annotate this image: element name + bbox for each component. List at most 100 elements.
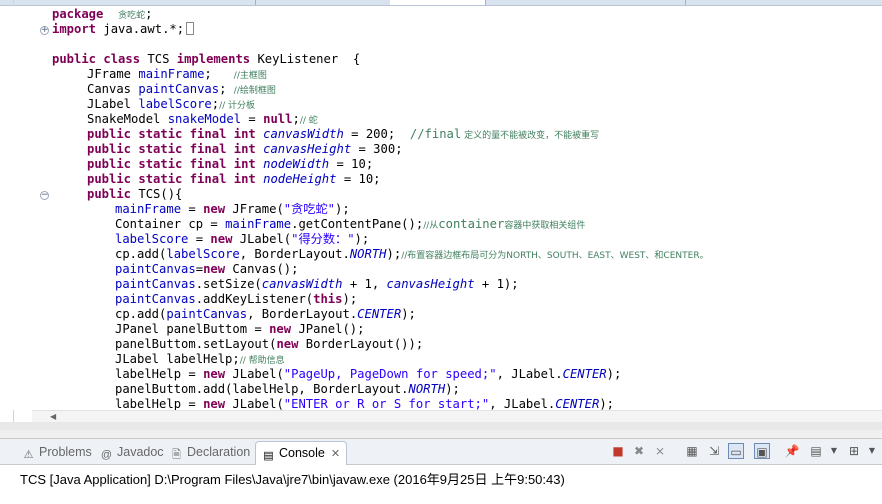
- pin-console-icon[interactable]: 📌: [784, 443, 800, 459]
- code-token: , JLabel.: [496, 367, 563, 381]
- code-line[interactable]: SnakeModel snakeModel = null;// 蛇: [87, 112, 318, 127]
- tab-declaration[interactable]: 🗎 Declaration: [170, 442, 250, 463]
- code-line[interactable]: paintCanvas.setSize(canvasWidth + 1, can…: [115, 277, 519, 292]
- clear-console-icon[interactable]: ▦: [684, 443, 700, 459]
- code-line[interactable]: JLabel labelHelp;// 帮助信息: [115, 352, 285, 367]
- code-line[interactable]: Container cp = mainFrame.getContentPane(…: [115, 217, 585, 232]
- code-line[interactable]: public TCS(){: [87, 187, 182, 202]
- code-token: =: [195, 262, 204, 276]
- code-token: );: [445, 382, 460, 396]
- code-token: .getContentPane();: [291, 217, 424, 231]
- editor-tab[interactable]: [485, 0, 686, 5]
- code-token: new: [210, 232, 233, 246]
- code-line[interactable]: mainFrame = new JFrame("贪吃蛇");: [115, 202, 350, 217]
- code-token: CENTER: [562, 367, 607, 381]
- terminate-icon[interactable]: ■: [610, 443, 626, 459]
- code-editor[interactable]: + − package 贪吃蛇; import java.awt.*; public…: [0, 0, 882, 430]
- code-token: JLabel: [87, 97, 139, 111]
- code-line[interactable]: JFrame mainFrame; //主框图: [87, 67, 267, 82]
- code-token: =: [188, 232, 211, 246]
- code-token: panelButtom.add(labelHelp, BorderLayout.: [115, 382, 409, 396]
- code-line[interactable]: Canvas paintCanvas; //绘制框图: [87, 82, 276, 97]
- code-token: ;: [219, 82, 234, 96]
- code-token: public static final int: [87, 172, 256, 186]
- code-token: public static final int: [87, 157, 256, 171]
- remove-all-terminated-icon[interactable]: ⨯: [652, 443, 668, 459]
- code-line[interactable]: public static final int nodeHeight = 10;: [87, 172, 381, 187]
- code-token: = 300;: [351, 142, 403, 156]
- code-token: //主框图: [233, 71, 267, 81]
- code-line[interactable]: public class TCS implements KeyListener …: [52, 52, 360, 67]
- code-token: labelScore: [115, 232, 189, 246]
- code-line[interactable]: public static final int canvasHeight = 3…: [87, 142, 403, 157]
- remove-launch-icon[interactable]: ✖: [631, 443, 647, 459]
- code-token: new: [203, 262, 226, 276]
- code-line[interactable]: paintCanvas.addKeyListener(this);: [115, 292, 357, 307]
- code-token: labelScore: [166, 247, 240, 261]
- code-token: );: [335, 202, 350, 216]
- code-token: , JLabel.: [489, 397, 556, 410]
- code-token: TCS(){: [131, 187, 183, 201]
- tab-javadoc[interactable]: @ Javadoc: [100, 442, 164, 463]
- code-token: mainFrame: [225, 217, 292, 231]
- code-token: );: [342, 292, 358, 306]
- code-token: "得分数：": [291, 232, 355, 246]
- code-line[interactable]: labelHelp = new JLabel("PageUp, PageDown…: [115, 367, 621, 382]
- code-token: = 10;: [329, 157, 374, 171]
- views-panel: ■ ✖ ⨯ ▦ ⇲ ▭ ▣ 📌 ▤ ▼ ⊞ ▼ ⚠ Problems @ Javado…: [0, 438, 882, 504]
- display-console-dropdown-icon[interactable]: ▼: [826, 443, 842, 459]
- editor-tab[interactable]: [255, 0, 391, 5]
- close-icon[interactable]: ✕: [331, 448, 340, 460]
- editor-tab[interactable]: [685, 0, 882, 5]
- code-area[interactable]: package 贪吃蛇; import java.awt.*; public cla…: [32, 7, 882, 410]
- code-line[interactable]: cp.add(labelScore, BorderLayout.NORTH);/…: [115, 247, 709, 262]
- code-token: );: [354, 232, 370, 246]
- code-token: labelScore: [138, 97, 212, 111]
- open-console-dropdown-icon[interactable]: ▼: [864, 443, 880, 459]
- code-token: , BorderLayout.: [247, 307, 358, 321]
- code-line[interactable]: paintCanvas=new Canvas();: [115, 262, 298, 277]
- code-token: "PageUp, PageDown for speed;": [283, 367, 497, 381]
- code-token: );: [599, 397, 614, 410]
- code-token: JPanel();: [291, 322, 365, 336]
- code-token: JLabel labelHelp;: [115, 352, 240, 366]
- collapsed-import-marker[interactable]: [186, 22, 195, 35]
- code-line[interactable]: package 贪吃蛇;: [52, 7, 152, 22]
- show-on-stdout-icon[interactable]: ▭: [728, 443, 744, 459]
- code-token: // 计分板: [219, 101, 256, 111]
- code-token: new: [269, 322, 292, 336]
- code-token: KeyListener {: [250, 52, 361, 66]
- views-tab-bar: ■ ✖ ⨯ ▦ ⇲ ▭ ▣ 📌 ▤ ▼ ⊞ ▼ ⚠ Problems @ Javado…: [0, 439, 882, 465]
- code-token: ;: [204, 67, 234, 81]
- code-line[interactable]: labelScore = new JLabel("得分数：");: [115, 232, 369, 247]
- editor-tab-strip[interactable]: [0, 0, 882, 6]
- tab-console[interactable]: ▤ Console ✕: [255, 441, 348, 465]
- code-line[interactable]: panelButtom.setLayout(new BorderLayout()…: [115, 337, 423, 352]
- code-line[interactable]: labelHelp = new JLabel("ENTER or R or S …: [115, 397, 614, 410]
- code-token: Canvas();: [225, 262, 299, 276]
- code-line[interactable]: panelButtom.add(labelHelp, BorderLayout.…: [115, 382, 460, 397]
- display-console-icon[interactable]: ▤: [808, 443, 824, 459]
- tab-problems[interactable]: ⚠ Problems: [22, 442, 92, 463]
- code-line[interactable]: public static final int canvasWidth = 20…: [87, 127, 599, 142]
- code-line[interactable]: cp.add(paintCanvas, BorderLayout.CENTER)…: [115, 307, 416, 322]
- code-line[interactable]: public static final int nodeWidth = 10;: [87, 157, 373, 172]
- editor-bottom-border: [0, 422, 882, 430]
- code-line[interactable]: JPanel panelButtom = new JPanel();: [115, 322, 364, 337]
- code-line[interactable]: import java.awt.*;: [52, 22, 195, 37]
- show-on-stderr-icon[interactable]: ▣: [754, 443, 770, 459]
- open-console-icon[interactable]: ⊞: [846, 443, 862, 459]
- tab-label: Problems: [39, 445, 92, 459]
- code-token: mainFrame: [138, 67, 205, 81]
- console-output: TCS [Java Application] D:\Program Files\…: [20, 472, 565, 487]
- code-token: public static final int: [87, 127, 256, 141]
- editor-tab-active[interactable]: [390, 0, 486, 5]
- code-token: Container cp =: [115, 217, 226, 231]
- code-token: BorderLayout());: [298, 337, 424, 351]
- code-token: , BorderLayout.: [239, 247, 350, 261]
- scroll-lock-icon[interactable]: ⇲: [706, 443, 722, 459]
- code-line[interactable]: JLabel labelScore;// 计分板: [87, 97, 255, 112]
- code-token: //布置容器边框布局可分为NORTH、SOUTH、EAST、WEST、和CENT…: [401, 251, 709, 261]
- editor-tab[interactable]: [0, 0, 256, 5]
